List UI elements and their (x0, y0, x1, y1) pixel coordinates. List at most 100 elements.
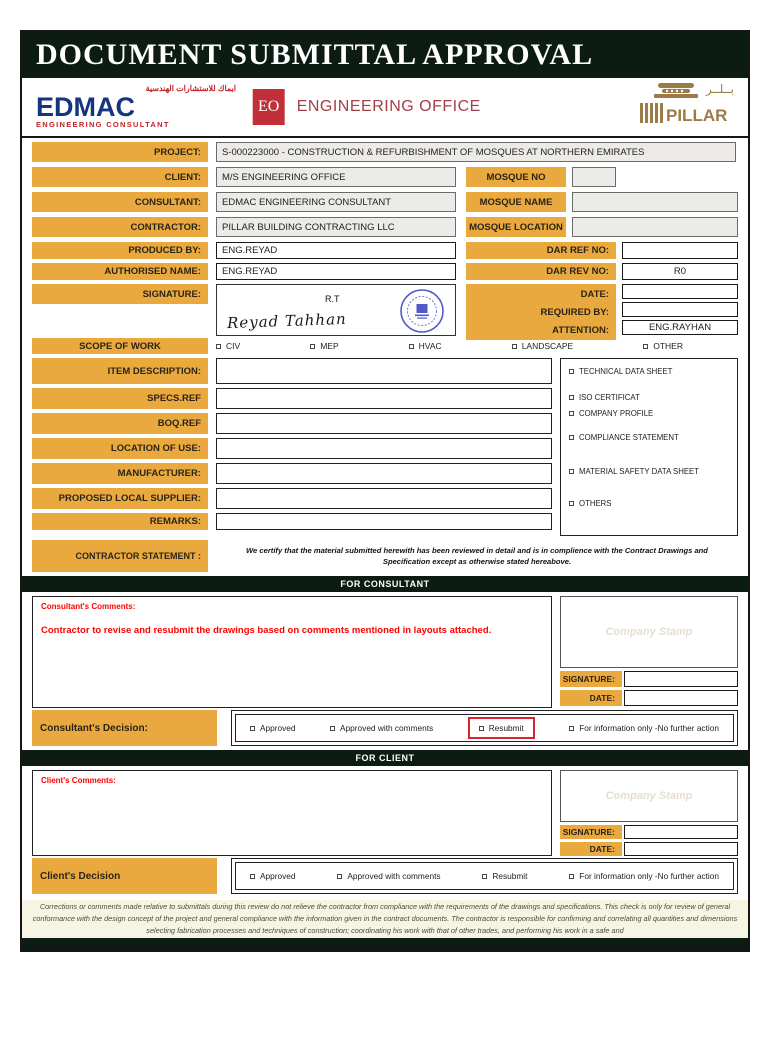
boq-ref-field[interactable] (216, 413, 552, 434)
signature-box[interactable]: Reyad Tahhan R.T (216, 284, 456, 336)
attachment-iso-certificat[interactable]: ISO CERTIFICAT (569, 393, 737, 402)
client-comments-section: Client's Comments: Company Stamp SIGNATU… (32, 770, 738, 856)
decision-option-approved[interactable]: Approved (250, 871, 296, 881)
scope-option-label: OTHER (653, 341, 683, 351)
decision-option-resubmit-highlighted[interactable]: Resubmit (467, 717, 535, 739)
attachment-technical-data-sheet[interactable]: TECHNICAL DATA SHEET (569, 367, 737, 376)
attachment-company-profile[interactable]: COMPANY PROFILE (569, 409, 737, 418)
decision-option-approved-with-comments[interactable]: Approved with comments (337, 871, 441, 881)
scope-option-mep[interactable]: MEP (310, 341, 339, 351)
decision-option-approved-with-comments[interactable]: Approved with comments (330, 723, 433, 733)
dar-ref-no-field[interactable] (622, 242, 738, 259)
checkbox-icon[interactable] (569, 395, 574, 400)
manufacturer-field[interactable] (216, 463, 552, 484)
decision-option-label: Resubmit (492, 871, 528, 881)
mosque-no-field[interactable] (572, 167, 616, 187)
pillar-arabic-text: بــلــر (705, 82, 734, 96)
manufacturer-row: MANUFACTURER: (32, 463, 552, 484)
client-date-field[interactable] (624, 842, 738, 856)
checkbox-icon[interactable] (569, 369, 574, 374)
for-client-bar: FOR CLIENT (22, 750, 748, 766)
client-field[interactable]: M/S ENGINEERING OFFICE (216, 167, 456, 187)
checkbox-icon[interactable] (250, 873, 255, 879)
contractor-statement-label: CONTRACTOR STATEMENT : (32, 540, 208, 572)
client-comments-label: Client's Comments: (41, 776, 116, 785)
item-details-section: ITEM DESCRIPTION: SPECS.REF BOQ.REF LOCA… (32, 358, 738, 536)
dar-rev-no-field[interactable]: R0 (622, 263, 738, 280)
remarks-field[interactable] (216, 513, 552, 530)
checkbox-icon[interactable] (310, 343, 316, 349)
contractor-field[interactable]: PILLAR BUILDING CONTRACTING LLC (216, 217, 456, 237)
attachment-material-safety-data-sheet[interactable]: MATERIAL SAFETY DATA SHEET (569, 467, 737, 476)
mosque-location-field[interactable] (572, 217, 738, 237)
consultant-date-label: DATE: (560, 690, 622, 706)
scope-option-landscape[interactable]: LANDSCAPE (511, 341, 574, 351)
checkbox-icon[interactable] (569, 411, 574, 416)
checkbox-icon[interactable] (569, 873, 575, 879)
required-by-field[interactable] (622, 302, 738, 317)
scope-of-work-row: SCOPE OF WORK CIV MEP HVAC LANDSCAPE OTH… (32, 338, 738, 354)
proposed-local-supplier-field[interactable] (216, 488, 552, 509)
decision-option-approved[interactable]: Approved (250, 723, 296, 733)
date-field[interactable] (622, 284, 738, 299)
consultant-field[interactable]: EDMAC ENGINEERING CONSULTANT (216, 192, 456, 212)
decision-option-for-information-only[interactable]: For information only -No further action (569, 723, 719, 733)
decision-option-for-information-only[interactable]: For information only -No further action (569, 871, 719, 881)
decision-option-resubmit[interactable]: Resubmit (482, 871, 527, 881)
attachment-others[interactable]: OTHERS (569, 499, 737, 508)
item-description-row: ITEM DESCRIPTION: (32, 358, 552, 384)
attachment-label: ISO CERTIFICAT (579, 393, 640, 402)
attention-field[interactable]: ENG.RAYHAN (622, 320, 738, 335)
contractor-statement-row: CONTRACTOR STATEMENT : We certify that t… (32, 540, 738, 572)
consultant-comments-box[interactable]: Consultant's Comments: Contractor to rev… (32, 596, 552, 708)
attention-label: ATTENTION: (466, 320, 616, 340)
checkbox-icon[interactable] (250, 725, 255, 731)
checkbox-icon[interactable] (478, 725, 484, 731)
checkbox-icon[interactable] (511, 343, 517, 349)
scope-option-hvac[interactable]: HVAC (408, 341, 442, 351)
pillar-column-icon: بــلــر PILLAR (640, 82, 734, 125)
checkbox-icon[interactable] (569, 725, 575, 731)
client-comments-box[interactable]: Client's Comments: (32, 770, 552, 856)
client-date-label: DATE: (560, 842, 622, 856)
signature-initials: R.T (325, 294, 340, 304)
consultant-date-field[interactable] (624, 690, 738, 706)
client-company-stamp-box: Company Stamp (560, 770, 738, 822)
item-description-field[interactable] (216, 358, 552, 384)
checkbox-icon[interactable] (643, 343, 649, 349)
pillar-wordmark: PILLAR (666, 106, 727, 125)
location-of-use-field[interactable] (216, 438, 552, 459)
dar-rev-no-label: DAR REV NO: (466, 263, 616, 280)
authorised-name-label: AUTHORISED NAME: (32, 263, 208, 280)
scope-option-label: LANDSCAPE (521, 341, 574, 351)
document-page: DOCUMENT SUBMITTAL APPROVAL ايماك للاستش… (20, 30, 750, 952)
checkbox-icon[interactable] (330, 725, 336, 731)
checkbox-icon[interactable] (337, 873, 343, 879)
attachment-compliance-statement[interactable]: COMPLIANCE STATEMENT (569, 433, 737, 442)
checkbox-icon[interactable] (216, 343, 221, 349)
boq-ref-label: BOQ.REF (32, 413, 208, 434)
produced-by-field[interactable]: ENG.REYAD (216, 242, 456, 259)
project-field[interactable]: S-000223000 - CONSTRUCTION & REFURBISHME… (216, 142, 736, 162)
location-of-use-row: LOCATION OF USE: (32, 438, 552, 459)
client-row: CLIENT: M/S ENGINEERING OFFICE MOSQUE NO (32, 167, 738, 187)
consultant-signature-field[interactable] (624, 671, 738, 687)
consultant-comments-text: Contractor to revise and resubmit the dr… (41, 625, 492, 636)
client-signature-field[interactable] (624, 825, 738, 839)
decision-option-label: Resubmit (488, 723, 524, 733)
checkbox-icon[interactable] (408, 343, 414, 349)
authorised-name-field[interactable]: ENG.REYAD (216, 263, 456, 280)
proposed-local-supplier-row: PROPOSED LOCAL SUPPLIER: (32, 488, 552, 509)
specs-ref-field[interactable] (216, 388, 552, 409)
checkbox-icon[interactable] (569, 435, 574, 440)
consultant-comments-section: Consultant's Comments: Contractor to rev… (32, 596, 738, 708)
checkbox-icon[interactable] (569, 469, 574, 474)
checkbox-icon[interactable] (482, 873, 488, 879)
client-label: CLIENT: (32, 167, 208, 187)
document-title: DOCUMENT SUBMITTAL APPROVAL (36, 38, 594, 71)
scope-option-other[interactable]: OTHER (643, 341, 683, 351)
mosque-name-field[interactable] (572, 192, 738, 212)
checkbox-icon[interactable] (569, 501, 574, 506)
scope-option-civ[interactable]: CIV (216, 341, 240, 351)
client-date-row: DATE: (560, 842, 738, 856)
